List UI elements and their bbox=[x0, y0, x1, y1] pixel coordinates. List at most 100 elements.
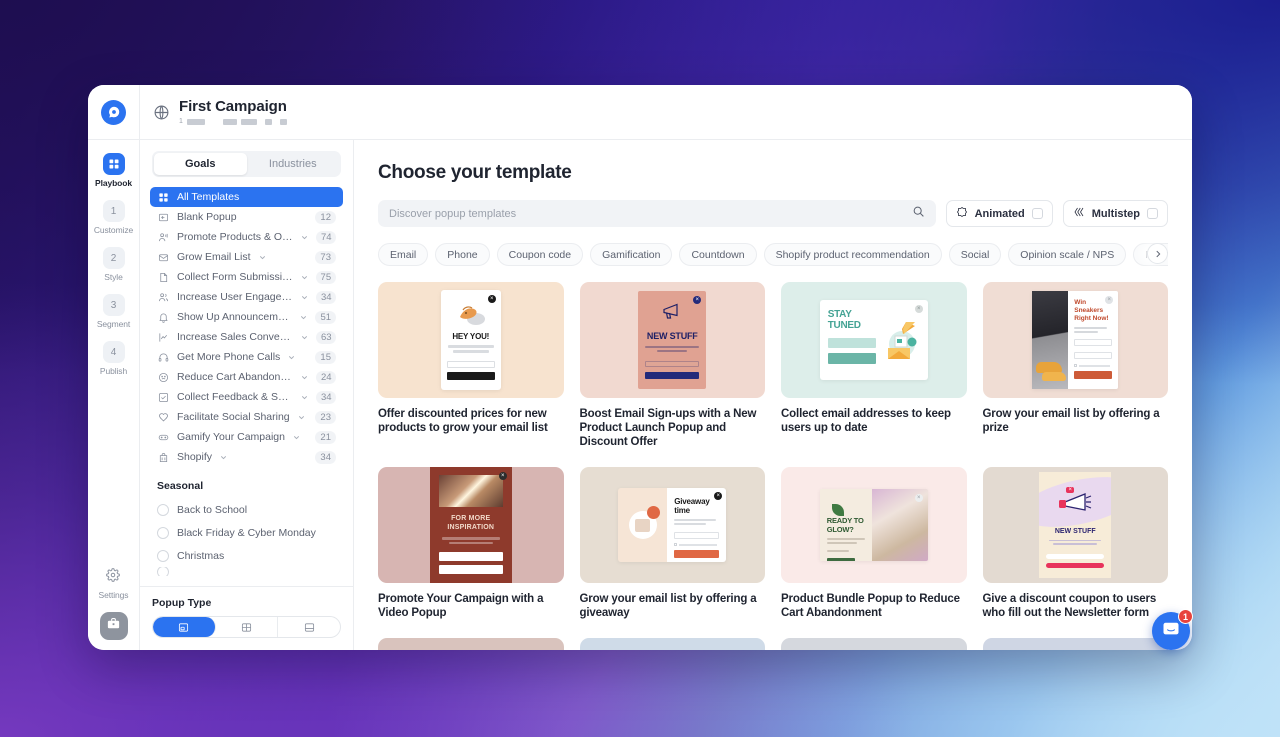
rail-step-badge: 3 bbox=[102, 294, 125, 316]
chat-widget-button[interactable]: 1 bbox=[1152, 609, 1193, 650]
search-icon[interactable] bbox=[912, 205, 925, 223]
brand-logo-icon bbox=[101, 99, 126, 125]
sidebar-item-get-more-phone-calls[interactable]: Get More Phone Calls 15 bbox=[150, 347, 343, 367]
rail-item-publish[interactable]: 4 Publish bbox=[88, 341, 139, 376]
redacted-block bbox=[240, 118, 257, 125]
animated-icon bbox=[956, 205, 968, 223]
template-card-partial[interactable] bbox=[378, 638, 564, 650]
filter-animated-checkbox[interactable] bbox=[1031, 208, 1043, 219]
chevron-down-icon[interactable] bbox=[300, 273, 309, 282]
sidebar-item-reduce-cart-abandonment[interactable]: Reduce Cart Abandonment 24 bbox=[150, 367, 343, 387]
popup-submit-button bbox=[827, 353, 876, 364]
chevron-right-icon[interactable] bbox=[1147, 243, 1168, 264]
popup-submit-button bbox=[674, 550, 720, 558]
tab-industries[interactable]: Industries bbox=[247, 153, 340, 175]
sidebar-item-collect-form-submission[interactable]: Collect Form Submission 75 bbox=[150, 267, 343, 287]
headset-icon bbox=[157, 351, 170, 364]
popup-bar-icon[interactable] bbox=[278, 617, 340, 637]
chip-phone[interactable]: Phone bbox=[435, 243, 490, 266]
sidebar-item-promote-products-offers[interactable]: Promote Products & Offers 74 bbox=[150, 227, 343, 247]
chip-email[interactable]: Email bbox=[378, 243, 429, 266]
rail-item-segment[interactable]: 3 Segment bbox=[88, 294, 139, 329]
seasonal-item-black-friday[interactable]: Black Friday & Cyber Monday bbox=[150, 521, 343, 544]
chip-shopify-product-recommendation[interactable]: Shopify product recommendation bbox=[763, 243, 942, 266]
sidebar-item-grow-email-list[interactable]: Grow Email List 73 bbox=[150, 247, 343, 267]
chip-social[interactable]: Social bbox=[948, 243, 1002, 266]
popup-text-line bbox=[1053, 543, 1098, 545]
sidebar-item-blank-popup[interactable]: Blank Popup 12 bbox=[150, 207, 343, 227]
rail-item-style[interactable]: 2 Style bbox=[88, 247, 139, 282]
chip-opinion-scale-nps[interactable]: Opinion scale / NPS bbox=[1008, 243, 1127, 266]
popup-submit-button bbox=[1074, 371, 1113, 379]
chevron-down-icon[interactable] bbox=[287, 353, 296, 362]
chevron-down-icon[interactable] bbox=[300, 233, 309, 242]
template-card-5[interactable]: × FOR MORE INSPIRATION Promote Your Camp… bbox=[378, 467, 564, 620]
redacted-block bbox=[279, 118, 287, 125]
template-card-partial[interactable] bbox=[579, 638, 765, 650]
sidebar-item-show-up-announcement[interactable]: Show Up Announcement 51 bbox=[150, 307, 343, 327]
template-thumbnail: × HEY YOU! bbox=[378, 282, 564, 398]
sneaker-shape bbox=[1042, 372, 1067, 381]
popup-consent-checkbox bbox=[1074, 364, 1112, 367]
chip-coupon-code[interactable]: Coupon code bbox=[496, 243, 584, 266]
megaphone-person-icon bbox=[157, 231, 170, 244]
brand-logo-cell[interactable] bbox=[88, 85, 140, 139]
chevron-down-icon[interactable] bbox=[300, 373, 309, 382]
sidebar-item-collect-feedback-surveys[interactable]: Collect Feedback & Surveys 34 bbox=[150, 387, 343, 407]
rail-item-playbook[interactable]: Playbook bbox=[88, 153, 139, 188]
seasonal-item-back-to-school[interactable]: Back to School bbox=[150, 498, 343, 521]
template-card-2[interactable]: × NEW STUFF Boost Email Sign-ups with a … bbox=[579, 282, 765, 449]
popup-modal-icon[interactable] bbox=[153, 617, 216, 637]
sidebar-item-shopify[interactable]: Shopify 34 bbox=[150, 447, 343, 467]
chevron-down-icon[interactable] bbox=[300, 393, 309, 402]
filter-animated[interactable]: Animated bbox=[945, 200, 1053, 227]
bell-icon bbox=[157, 311, 170, 324]
chevron-down-icon[interactable] bbox=[258, 253, 267, 262]
search-input[interactable] bbox=[389, 207, 912, 220]
template-card-7[interactable]: × READY TO GLOW? Product Bundle Popup to… bbox=[781, 467, 967, 620]
close-icon: × bbox=[498, 472, 507, 480]
template-card-6[interactable]: × Giveaway time Grow your email list by … bbox=[579, 467, 765, 620]
avatar[interactable] bbox=[99, 612, 128, 640]
popup-text-line bbox=[674, 519, 717, 521]
chevron-down-icon[interactable] bbox=[300, 333, 309, 342]
campaign-header[interactable]: First Campaign 1 bbox=[140, 99, 287, 125]
sidebar-item-all-templates[interactable]: All Templates bbox=[150, 187, 343, 207]
category-list[interactable]: All Templates Blank Popup 12 Promote Pro… bbox=[140, 187, 353, 586]
template-card-1[interactable]: × HEY YOU! Offer discounted prices for n… bbox=[378, 282, 564, 449]
popup-fullscreen-icon[interactable] bbox=[216, 617, 279, 637]
chevron-down-icon[interactable] bbox=[300, 293, 309, 302]
popup-heading: HEY YOU! bbox=[452, 332, 490, 341]
rail-item-settings[interactable]: Settings bbox=[99, 568, 129, 600]
chip-countdown[interactable]: Countdown bbox=[679, 243, 757, 266]
megaphone-illustration bbox=[660, 301, 684, 326]
template-card-8[interactable]: × NEW STUFF Give a discount coupon to us… bbox=[982, 467, 1168, 620]
popup-preview: × Win Sneakers Right Now! bbox=[1032, 291, 1119, 389]
template-card-3[interactable]: × STAY TUNED Collect email addresses to … bbox=[781, 282, 967, 449]
filter-multistep-checkbox[interactable] bbox=[1147, 208, 1158, 219]
page-title: First Campaign bbox=[179, 98, 287, 115]
popup-heading: STAY TUNED bbox=[827, 309, 861, 331]
template-card-partial[interactable] bbox=[982, 638, 1168, 650]
seasonal-item-christmas[interactable]: Christmas bbox=[150, 544, 343, 567]
popup-type-selector bbox=[152, 616, 341, 638]
search-box[interactable] bbox=[378, 200, 936, 227]
rail-item-customize[interactable]: 1 Customize bbox=[88, 200, 139, 235]
chevron-down-icon[interactable] bbox=[297, 413, 306, 422]
template-card-4[interactable]: × Win Sneakers Right Now! Grow your emai… bbox=[982, 282, 1168, 449]
sidebar-item-gamify-your-campaign[interactable]: Gamify Your Campaign 21 bbox=[150, 427, 343, 447]
popup-heading: READY TO GLOW? bbox=[826, 516, 864, 534]
popup-heading: NEW STUFF bbox=[646, 331, 698, 341]
chevron-down-icon[interactable] bbox=[299, 313, 308, 322]
chevron-down-icon[interactable] bbox=[219, 453, 228, 462]
chevron-down-icon[interactable] bbox=[292, 433, 301, 442]
popup-text-line bbox=[826, 542, 857, 544]
sidebar-item-increase-sales-conversion[interactable]: Increase Sales Conversion 63 bbox=[150, 327, 343, 347]
sidebar-item-increase-user-engagement[interactable]: Increase User Engagement 34 bbox=[150, 287, 343, 307]
template-card-partial[interactable] bbox=[781, 638, 967, 650]
tab-goals[interactable]: Goals bbox=[154, 153, 247, 175]
seasonal-item-partial[interactable] bbox=[150, 567, 343, 576]
chip-gamification[interactable]: Gamification bbox=[590, 243, 673, 266]
sidebar-item-facilitate-social-sharing[interactable]: Facilitate Social Sharing 23 bbox=[150, 407, 343, 427]
filter-multistep[interactable]: Multistep bbox=[1062, 200, 1168, 227]
